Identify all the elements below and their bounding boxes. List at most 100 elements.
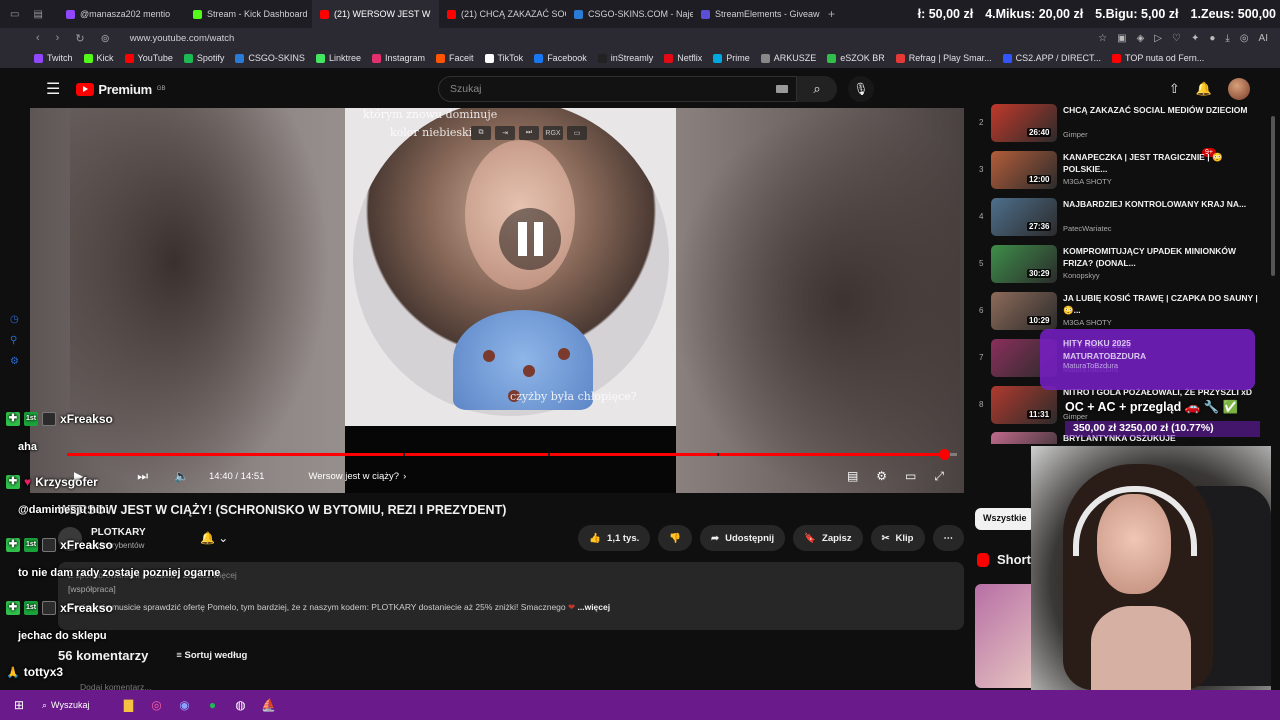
share-button[interactable]: ➦ Udostępnij xyxy=(700,525,786,551)
settings-gear-icon[interactable]: ⚙ xyxy=(10,356,19,367)
theater-mode-icon[interactable]: ▭ xyxy=(905,469,916,484)
tab-3[interactable]: (21) CHCĄ ZAKAZAĆ SOC xyxy=(439,0,566,28)
steam-icon[interactable]: ⛵ xyxy=(259,696,277,714)
forward-icon[interactable]: › xyxy=(56,32,60,45)
bookmark-item[interactable]: Refrag | Play Smar... xyxy=(895,53,992,63)
bookmark-item[interactable]: TOP nuta od Fern... xyxy=(1112,53,1204,63)
volume-icon[interactable]: 🔈 xyxy=(174,469,189,483)
channel-name[interactable]: PLOTKARY xyxy=(91,527,146,538)
like-button[interactable]: 👍 1,1 tys. xyxy=(578,525,651,551)
video-title[interactable]: KANAPECZKA | JEST TRAGICZNIE | 😳 POLSKIE… xyxy=(1063,151,1259,175)
bookmark-item[interactable]: Linktree xyxy=(315,53,361,63)
sort-button[interactable]: ≡ Sortuj według xyxy=(176,650,247,661)
next-icon[interactable]: ⏭ xyxy=(519,126,539,140)
bookmark-item[interactable]: Faceit xyxy=(436,53,474,63)
chevron-right-icon[interactable]: › xyxy=(403,471,406,482)
next-icon[interactable]: ⏭ xyxy=(137,469,148,484)
url-field[interactable]: www.youtube.com/watch xyxy=(130,33,235,44)
spotify-icon[interactable]: ● xyxy=(203,696,221,714)
bookmark-item[interactable]: TikTok xyxy=(484,53,523,63)
video-title[interactable]: CHCĄ ZAKAZAĆ SOCIAL MEDIÓW DZIECIOM xyxy=(1063,104,1259,116)
video-thumbnail[interactable] xyxy=(991,432,1057,444)
bookmark-item[interactable]: Instagram xyxy=(371,53,425,63)
more-actions-button[interactable]: ⋯ xyxy=(932,525,964,551)
reload-icon[interactable]: ↻ xyxy=(75,32,84,45)
video-title[interactable]: JA LUBIĘ KOSIĆ TRAWĘ | CZAPKA DO SAUNY |… xyxy=(1063,292,1259,316)
bookmark-item[interactable]: ARKUSZE xyxy=(760,53,816,63)
tab-4[interactable]: CSGO-SKINS.COM - Naje xyxy=(566,0,693,28)
heart-icon[interactable]: ♡ xyxy=(1172,33,1181,44)
upload-icon[interactable]: ⇧ xyxy=(1169,81,1180,97)
discord-icon[interactable]: ◉ xyxy=(175,696,193,714)
windows-start-icon[interactable]: ⊞ xyxy=(10,696,28,714)
tab-0[interactable]: @manasza202 mentio xyxy=(58,0,185,28)
avatar[interactable] xyxy=(1228,78,1250,100)
pause-icon[interactable] xyxy=(499,208,561,270)
scrollbar[interactable] xyxy=(1271,116,1275,276)
bookmark-item[interactable]: Kick xyxy=(83,53,114,63)
bookmark-item[interactable]: Netflix xyxy=(664,53,702,63)
record-icon[interactable]: ● xyxy=(1209,33,1215,44)
dislike-button[interactable]: 👎 xyxy=(658,525,693,551)
video-title[interactable]: KOMPROMITUJĄCY UPADEK MINIONKÓW FRIZA? (… xyxy=(1063,245,1259,269)
search-button[interactable]: ⌕ xyxy=(797,76,837,102)
short-thumbnail[interactable] xyxy=(975,584,1037,688)
sidebar-toggle-icon[interactable]: ▭ xyxy=(10,9,19,20)
fullscreen-icon[interactable]: ⤢ xyxy=(934,469,944,484)
back-icon[interactable]: ‹ xyxy=(36,32,40,45)
pip-icon[interactable]: ⧉ xyxy=(471,126,491,140)
tab-2-active[interactable]: (21) WERSOW JEST W xyxy=(312,0,439,28)
screenshot-icon[interactable]: ▣ xyxy=(1117,33,1126,44)
history-icon[interactable]: ◷ xyxy=(10,314,19,325)
clip-button[interactable]: ✂ Klip xyxy=(870,525,925,551)
bookmark-item[interactable]: CSGO-SKINS xyxy=(235,53,305,63)
settings-gear-icon[interactable]: ⚙ xyxy=(876,469,887,484)
bookmark-star-icon[interactable]: ☆ xyxy=(1098,33,1107,44)
extension-puzzle-icon[interactable]: ✦ xyxy=(1191,33,1199,44)
search-input[interactable]: Szukaj xyxy=(438,76,797,102)
up-next-item[interactable]: 3 12:00 KANAPECZKA | JEST TRAGICZNIE | 😳 P… xyxy=(975,151,1265,195)
exit-icon[interactable]: ⇥ xyxy=(495,126,515,140)
notifications-bell-icon[interactable]: 🔔 xyxy=(1196,81,1212,97)
file-explorer-icon[interactable]: ▇ xyxy=(119,696,137,714)
tab-5[interactable]: StreamElements - Giveaw xyxy=(693,0,820,28)
progress-scrubber[interactable] xyxy=(938,449,950,460)
pip-label[interactable]: RGX xyxy=(543,126,563,140)
site-info-icon[interactable]: ⊚ xyxy=(101,32,110,45)
tab-1[interactable]: Stream - Kick Dashboard xyxy=(185,0,312,28)
download-icon[interactable]: ⤓ xyxy=(1225,33,1229,44)
bookmark-item[interactable]: YouTube xyxy=(124,53,173,63)
taskbar-search[interactable]: ⌕ Wyszukaj xyxy=(42,700,89,711)
keyboard-icon[interactable] xyxy=(776,85,788,93)
tab-list-icon[interactable]: ▤ xyxy=(33,9,42,20)
bookmark-item[interactable]: Facebook xyxy=(534,53,587,63)
up-next-item[interactable]: 2 26:40 CHCĄ ZAKAZAĆ SOCIAL MEDIÓW DZIECIO… xyxy=(975,104,1265,148)
bookmark-item[interactable]: Twitch xyxy=(34,53,73,63)
chrome-icon[interactable]: ◍ xyxy=(231,696,249,714)
browser-icon[interactable]: ◎ xyxy=(147,696,165,714)
ai-icon[interactable]: AI xyxy=(1259,33,1268,44)
save-button[interactable]: 🔖 Zapisz xyxy=(793,525,863,551)
fullscreen-mini-icon[interactable]: ▭ xyxy=(567,126,587,140)
video-player[interactable]: którym znowu dominuje kolor niebieski cz… xyxy=(30,108,964,493)
new-tab-button[interactable]: + xyxy=(820,7,843,21)
bookmark-item[interactable]: inStreamly xyxy=(597,53,653,63)
up-next-item[interactable]: 5 30:29 KOMPROMITUJĄCY UPADEK MINIONKÓW FR… xyxy=(975,245,1265,289)
description-more-link[interactable]: ...więcej xyxy=(578,602,611,612)
youtube-logo[interactable]: Premium GB xyxy=(76,82,166,97)
video-title[interactable]: NAJBARDZIEJ KONTROLOWANY KRAJ NA... xyxy=(1063,198,1259,210)
menu-icon[interactable]: ☰ xyxy=(46,79,60,99)
link-icon[interactable]: ⚲ xyxy=(10,335,19,346)
bookmark-item[interactable]: CS2.APP / DIRECT... xyxy=(1002,53,1101,63)
bookmark-item[interactable]: eSZOK BR xyxy=(827,53,885,63)
up-next-item[interactable]: 4 27:36 NAJBARDZIEJ KONTROLOWANY KRAJ NA..… xyxy=(975,198,1265,242)
progress-bar[interactable] xyxy=(67,449,957,460)
shield-icon[interactable]: ◈ xyxy=(1137,33,1145,44)
chip-all[interactable]: Wszystkie xyxy=(975,508,1035,530)
voice-search-button[interactable]: 🎙 xyxy=(848,76,874,102)
subtitles-icon[interactable]: ▤ xyxy=(847,469,858,484)
subscription-bell-icon[interactable]: 🔔 ⌄ xyxy=(200,531,228,545)
bookmark-item[interactable]: Spotify xyxy=(183,53,224,63)
play-icon[interactable]: ▷ xyxy=(1154,33,1162,44)
chapter-title[interactable]: Wersow jest w ciąży? xyxy=(308,471,399,482)
